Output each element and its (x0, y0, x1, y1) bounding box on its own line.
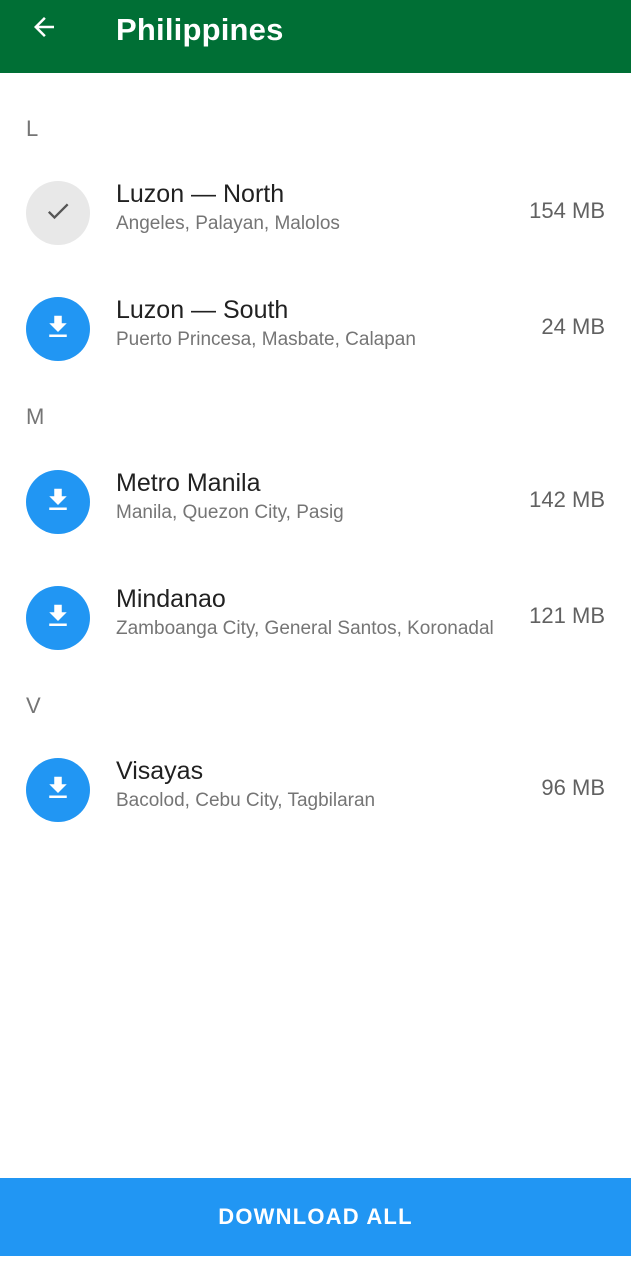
page-title: Philippines (116, 12, 284, 47)
arrow-left-icon (29, 12, 59, 47)
region-row-luzon-north[interactable]: Luzon — North Angeles, Palayan, Malolos … (0, 157, 631, 273)
region-row-luzon-south[interactable]: Luzon — South Puerto Princesa, Masbate, … (0, 273, 631, 389)
check-icon (44, 197, 72, 230)
region-cities: Puerto Princesa, Masbate, Calapan (116, 329, 416, 350)
app-screen: Philippines L Luzon — North Angeles, Pal… (0, 0, 631, 1265)
section-header-l: L (26, 116, 39, 141)
region-cities: Manila, Quezon City, Pasig (116, 502, 344, 523)
region-name: Visayas (116, 757, 204, 785)
download-button[interactable] (26, 758, 90, 822)
download-icon (43, 312, 73, 347)
region-size: 154 MB (529, 198, 605, 223)
download-icon (43, 485, 73, 520)
region-name: Metro Manila (116, 469, 261, 497)
region-size: 121 MB (529, 603, 605, 628)
download-all-button[interactable]: DOWNLOAD ALL (0, 1178, 631, 1256)
region-size: 142 MB (529, 487, 605, 512)
region-cities: Angeles, Palayan, Malolos (116, 213, 340, 234)
region-row-visayas[interactable]: Visayas Bacolod, Cebu City, Tagbilaran 9… (0, 734, 631, 850)
back-button[interactable] (14, 4, 74, 54)
downloaded-status[interactable] (26, 181, 90, 245)
toolbar: Philippines (0, 0, 631, 73)
region-name: Mindanao (116, 585, 226, 613)
download-icon (43, 601, 73, 636)
region-cities: Zamboanga City, General Santos, Koronada… (116, 618, 494, 639)
region-row-mindanao[interactable]: Mindanao Zamboanga City, General Santos,… (0, 562, 631, 678)
download-button[interactable] (26, 586, 90, 650)
download-button[interactable] (26, 470, 90, 534)
region-row-metro-manila[interactable]: Metro Manila Manila, Quezon City, Pasig … (0, 446, 631, 562)
section-header-v: V (26, 693, 41, 718)
download-icon (43, 773, 73, 808)
region-size: 96 MB (541, 775, 605, 800)
download-button[interactable] (26, 297, 90, 361)
section-header-m: M (26, 404, 45, 429)
region-size: 24 MB (541, 314, 605, 339)
region-cities: Bacolod, Cebu City, Tagbilaran (116, 790, 376, 811)
region-name: Luzon — North (116, 180, 285, 208)
region-name: Luzon — South (116, 296, 289, 324)
